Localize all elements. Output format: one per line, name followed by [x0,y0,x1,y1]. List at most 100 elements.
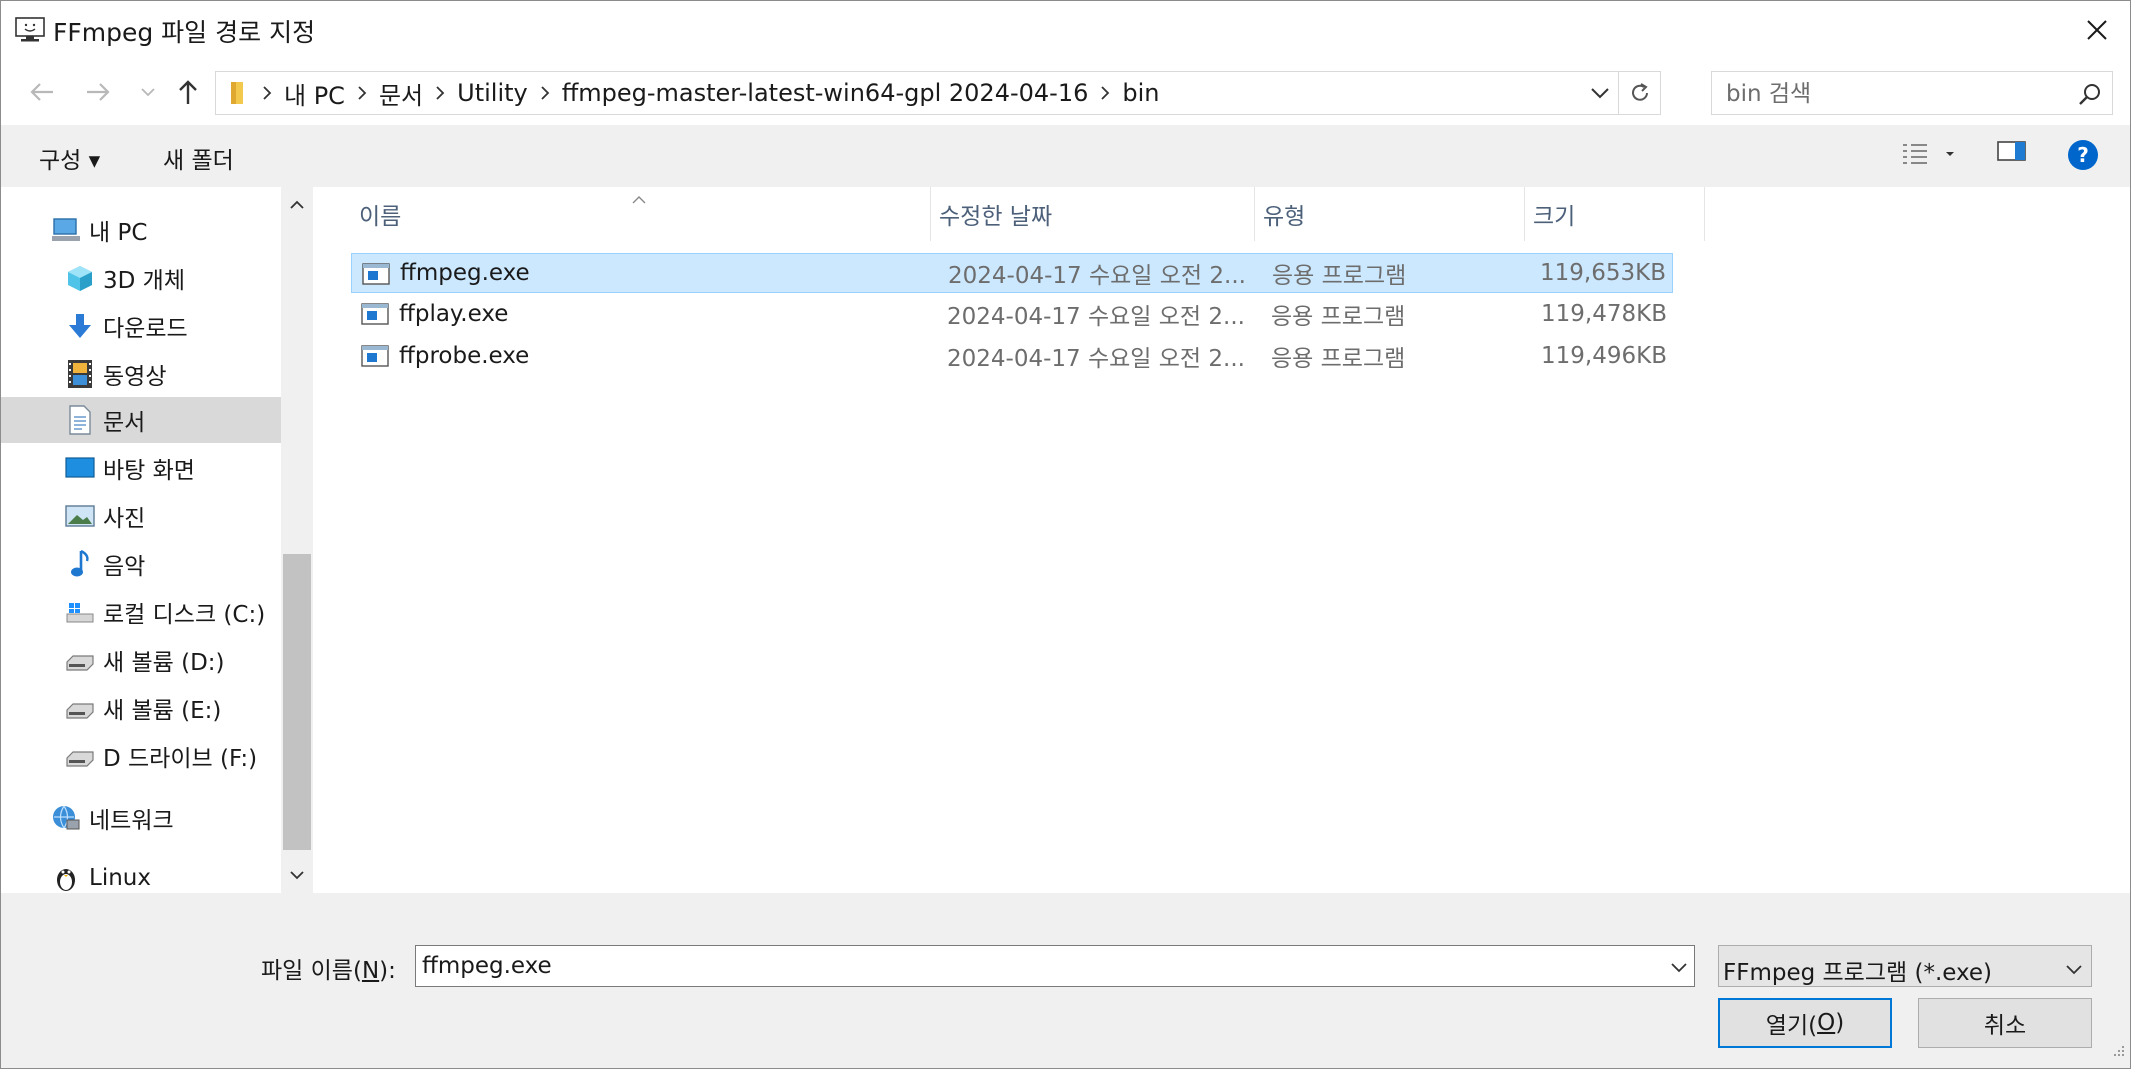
navigation-pane[interactable]: 내 PC 3D 개체 다운로드 동영상 문서 바탕 화면 사진 음악 로컬 디스… [1,187,313,893]
chevron-down-icon [141,88,155,97]
nav-item-this-pc[interactable]: 내 PC [1,207,281,253]
breadcrumb: 내 PC 문서 Utility ffmpeg-master-latest-win… [224,72,1159,114]
open-button[interactable]: 열기(O) [1718,998,1892,1048]
help-button[interactable]: ? [2067,139,2099,177]
nav-item-pictures[interactable]: 사진 [1,493,281,539]
help-icon: ? [2068,140,2098,170]
windows-drive-icon [65,597,95,627]
nav-item-drive-d[interactable]: 새 볼륨 (D:) [1,637,281,683]
cancel-button[interactable]: 취소 [1918,998,2092,1048]
view-options-button[interactable] [1901,139,1961,175]
filename-combobox[interactable] [415,945,1695,987]
nav-item-drive-e[interactable]: 새 볼륨 (E:) [1,685,281,731]
file-size: 119,478KB [1541,301,1667,327]
executable-icon [361,302,389,326]
executable-icon [361,344,389,368]
breadcrumb-item-documents[interactable]: 문서 [379,76,423,111]
nav-item-documents[interactable]: 문서 [1,397,281,443]
file-size: 119,653KB [1540,260,1666,286]
cube-icon [65,263,95,293]
sort-ascending-icon [631,185,647,211]
file-name: ffplay.exe [399,301,509,327]
breadcrumb-item-ffmpeg-folder[interactable]: ffmpeg-master-latest-win64-gpl 2024-04-1… [562,79,1089,107]
nav-item-linux[interactable]: Linux [1,855,281,893]
close-icon [2087,20,2107,40]
nav-item-downloads[interactable]: 다운로드 [1,303,281,349]
nav-item-network[interactable]: 네트워크 [1,795,281,841]
breadcrumb-separator-icon[interactable] [427,72,453,114]
new-folder-button[interactable]: 새 폴더 [163,141,234,175]
forward-button[interactable] [83,77,113,107]
preview-pane-button[interactable] [1997,139,2027,169]
address-history-dropdown[interactable] [1582,72,1618,114]
bottom-panel: 파일 이름(N): FFmpeg 프로그램 (*.exe) 열기(O) 취소 [1,893,2130,1068]
scrollbar-thumb[interactable] [283,554,311,850]
breadcrumb-separator-icon[interactable] [349,72,375,114]
file-row[interactable]: ffprobe.exe 2024-04-17 수요일 오전 2... 응용 프로… [351,336,1673,376]
navigation-scrollbar[interactable] [281,187,313,893]
file-size: 119,496KB [1541,343,1667,369]
resize-grip-icon[interactable] [2110,1038,2126,1064]
drive-icon [65,645,95,675]
organize-menu-button[interactable]: 구성 ▾ [39,141,100,175]
close-button[interactable] [2064,1,2130,59]
breadcrumb-separator-icon[interactable] [254,72,280,114]
download-arrow-icon [65,311,95,341]
file-list[interactable]: 이름 수정한 날짜 유형 크기 ffmpeg.exe 2024-04-17 수요… [315,187,2130,893]
penguin-icon [51,863,81,893]
nav-item-videos[interactable]: 동영상 [1,351,281,397]
scroll-down-arrow-icon[interactable] [287,865,307,885]
back-button[interactable] [27,77,57,107]
column-header-size[interactable]: 크기 [1525,187,1705,241]
refresh-button[interactable] [1618,72,1660,114]
up-button[interactable] [173,77,203,107]
scroll-up-arrow-icon[interactable] [287,195,307,215]
file-row[interactable]: ffplay.exe 2024-04-17 수요일 오전 2... 응용 프로그… [351,294,1673,334]
file-row[interactable]: ffmpeg.exe 2024-04-17 수요일 오전 2... 응용 프로그… [351,253,1673,293]
file-modified: 2024-04-17 수요일 오전 2... [948,263,1246,289]
search-icon[interactable] [2078,82,2102,112]
search-box[interactable] [1711,71,2113,115]
command-toolbar: 구성 ▾ 새 폴더 ? [1,125,2130,187]
picture-icon [65,501,95,531]
file-name: ffmpeg.exe [400,260,530,286]
details-view-icon [1903,144,1954,164]
refresh-icon [1631,83,1648,101]
nav-item-drive-c[interactable]: 로컬 디스크 (C:) [1,589,281,635]
breadcrumb-separator-icon[interactable] [1092,72,1118,114]
file-type: 응용 프로그램 [1271,346,1406,372]
executable-icon [362,262,390,286]
file-open-dialog: FFmpeg 파일 경로 지정 내 PC 문서 Utility ffmpeg-m… [0,0,2131,1069]
file-type: 응용 프로그램 [1272,263,1407,289]
film-icon [65,359,95,389]
nav-item-music[interactable]: 음악 [1,541,281,587]
breadcrumb-item-pc[interactable]: 내 PC [284,76,345,111]
column-header-type[interactable]: 유형 [1255,187,1525,241]
address-row: 내 PC 문서 Utility ffmpeg-master-latest-win… [1,71,2130,115]
breadcrumb-item-utility[interactable]: Utility [457,79,528,107]
file-modified: 2024-04-17 수요일 오전 2... [947,304,1245,330]
app-monitor-icon [15,17,45,43]
search-input[interactable] [1726,80,2066,108]
back-arrow-icon [30,83,53,101]
nav-item-3d-objects[interactable]: 3D 개체 [1,255,281,301]
breadcrumb-item-bin[interactable]: bin [1122,79,1159,107]
recent-locations-button[interactable] [133,77,163,107]
address-bar[interactable]: 내 PC 문서 Utility ffmpeg-master-latest-win… [215,71,1661,115]
folder-icon [224,78,250,108]
chevron-down-icon [1591,88,1609,99]
file-name: ffprobe.exe [399,343,530,369]
filename-input[interactable] [422,952,1642,980]
music-note-icon [65,549,95,579]
filetype-select[interactable]: FFmpeg 프로그램 (*.exe) [1718,945,2092,987]
chevron-down-icon[interactable] [1670,954,1688,980]
filetype-value: FFmpeg 프로그램 (*.exe) [1723,960,1993,986]
breadcrumb-separator-icon[interactable] [532,72,558,114]
forward-arrow-icon [87,83,110,101]
drive-icon [65,741,95,771]
title-bar: FFmpeg 파일 경로 지정 [1,1,2130,59]
window-title: FFmpeg 파일 경로 지정 [53,18,316,47]
nav-item-drive-f[interactable]: D 드라이브 (F:) [1,733,281,779]
column-header-modified[interactable]: 수정한 날짜 [931,187,1255,241]
nav-item-desktop[interactable]: 바탕 화면 [1,445,281,491]
